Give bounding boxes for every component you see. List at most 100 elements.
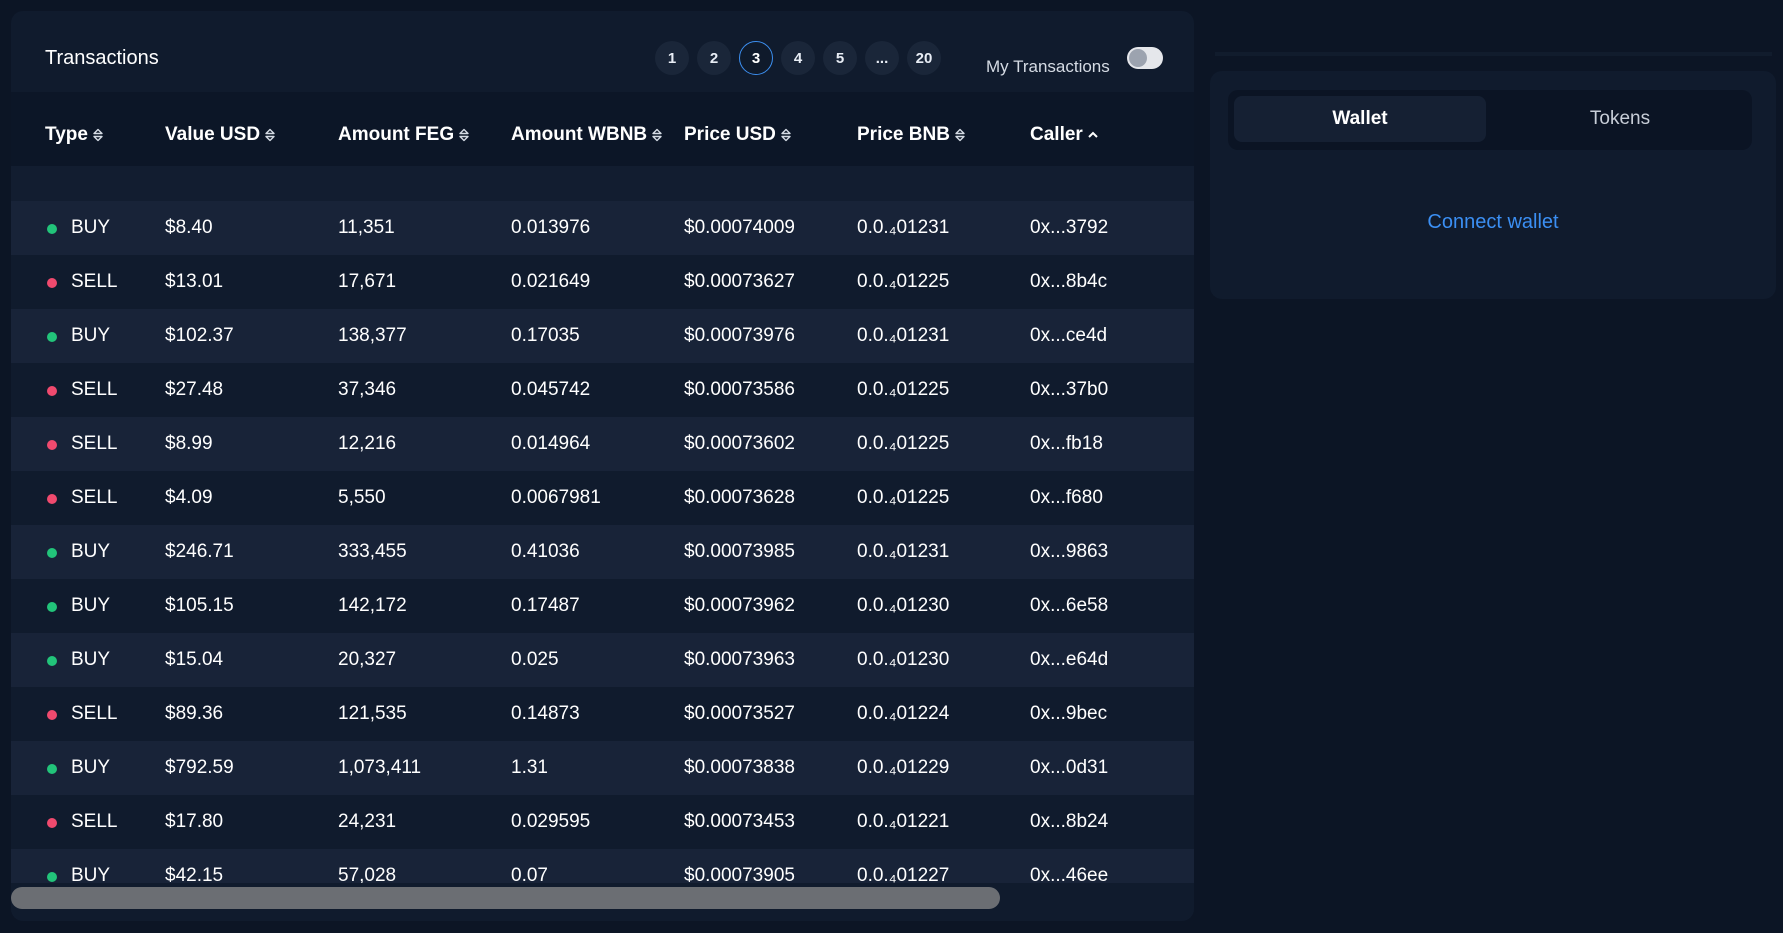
- caller-cell: 0x...8b24: [1030, 811, 1109, 832]
- value-usd-cell: $8.40: [165, 217, 213, 238]
- page-button-4[interactable]: 4: [781, 41, 815, 75]
- column-header-label: Price USD: [684, 124, 776, 145]
- column-header-value-usd[interactable]: Value USD: [165, 124, 276, 146]
- column-header-amount-feg[interactable]: Amount FEG: [338, 124, 470, 146]
- price-usd-cell: $0.00073963: [684, 649, 795, 670]
- transactions-title: Transactions: [45, 47, 159, 69]
- sort-both-icon: [780, 127, 792, 143]
- connect-wallet-link[interactable]: Connect wallet: [1210, 211, 1776, 234]
- value-usd-cell: $15.04: [165, 649, 224, 670]
- price-usd-cell: $0.00073602: [684, 433, 795, 454]
- column-header-label: Amount FEG: [338, 124, 455, 145]
- caller-cell: 0x...e64d: [1030, 649, 1109, 670]
- column-header-amount-wbnb[interactable]: Amount WBNB: [511, 124, 663, 146]
- type-cell: SELL: [71, 487, 118, 508]
- caller-cell: 0x...6e58: [1030, 595, 1109, 616]
- table-row[interactable]: SELL $4.09 5,550 0.0067981 $0.00073628 0.0.₄0…: [11, 471, 1194, 525]
- buy-indicator-dot: [47, 224, 57, 234]
- page-button-1[interactable]: 1: [655, 41, 689, 75]
- amount-feg-cell: 24,231: [338, 811, 397, 832]
- type-cell: SELL: [71, 379, 118, 400]
- amount-feg-cell: 20,327: [338, 649, 397, 670]
- toggle-knob: [1129, 49, 1147, 67]
- page-button-20[interactable]: 20: [907, 41, 941, 75]
- divider: [1215, 52, 1772, 56]
- table-row[interactable]: BUY $102.37 138,377 0.17035 $0.00073976 0.0.₄…: [11, 309, 1194, 363]
- value-usd-cell: $4.09: [165, 487, 213, 508]
- amount-wbnb-cell: 0.014964: [511, 433, 591, 454]
- table-row[interactable]: SELL $8.99 12,216 0.014964 $0.00073602 0.0.₄0…: [11, 417, 1194, 471]
- transactions-panel: Transactions 1 2 3 4 5... 20 My Transactions …: [11, 11, 1194, 921]
- table-row[interactable]: BUY $246.71 333,455 0.41036 $0.00073985 0.0.₄…: [11, 525, 1194, 579]
- sort-ascending-icon: [1087, 127, 1099, 143]
- price-bnb-cell: 0.0.₄01225: [857, 271, 950, 292]
- type-cell: SELL: [71, 433, 118, 454]
- page-button-5[interactable]: 5: [823, 41, 857, 75]
- table-row[interactable]: BUY $792.59 1,073,411 1.31 $0.00073838 0.0.₄0…: [11, 741, 1194, 795]
- sell-indicator-dot: [47, 710, 57, 720]
- amount-wbnb-cell: 0.045742: [511, 379, 591, 400]
- page-button-3[interactable]: 3: [739, 41, 773, 75]
- table-row[interactable]: SELL $89.36 121,535 0.14873 $0.00073527 0.0.₄…: [11, 687, 1194, 741]
- buy-indicator-dot: [47, 764, 57, 774]
- buy-indicator-dot: [47, 332, 57, 342]
- amount-feg-cell: 37,346: [338, 379, 397, 400]
- type-cell: BUY: [71, 325, 111, 346]
- type-cell: BUY: [71, 595, 111, 616]
- table-row[interactable]: BUY $15.04 20,327 0.025 $0.00073963 0.0.₄0123…: [11, 633, 1194, 687]
- caller-cell: 0x...9863: [1030, 541, 1109, 562]
- type-cell: BUY: [71, 649, 111, 670]
- my-transactions-toggle[interactable]: [1127, 47, 1163, 69]
- table-row[interactable]: BUY $105.15 142,172 0.17487 $0.00073962 0.0.₄…: [11, 579, 1194, 633]
- partially-hidden-row: [11, 166, 1194, 201]
- price-bnb-cell: 0.0.₄01231: [857, 325, 950, 346]
- table-row[interactable]: SELL $17.80 24,231 0.029595 $0.00073453 0.0.₄…: [11, 795, 1194, 849]
- column-header-caller[interactable]: Caller: [1030, 124, 1099, 146]
- caller-cell: 0x...0d31: [1030, 757, 1109, 778]
- price-usd-cell: $0.00073527: [684, 703, 795, 724]
- table-header: Type Value USD Amount FEG Amount WBNB Price …: [11, 92, 1194, 166]
- tab-tokens[interactable]: Tokens: [1494, 96, 1746, 142]
- amount-wbnb-cell: 0.021649: [511, 271, 591, 292]
- table-row[interactable]: SELL $27.48 37,346 0.045742 $0.00073586 0.0.₄…: [11, 363, 1194, 417]
- page-button-2[interactable]: 2: [697, 41, 731, 75]
- type-cell: SELL: [71, 271, 118, 292]
- tab-wallet[interactable]: Wallet: [1234, 96, 1486, 142]
- table-body: BUY $8.40 11,351 0.013976 $0.00074009 0.0.₄01…: [11, 201, 1194, 903]
- amount-wbnb-cell: 0.14873: [511, 703, 580, 724]
- horizontal-scrollbar-thumb[interactable]: [11, 887, 1000, 909]
- type-cell: BUY: [71, 757, 111, 778]
- caller-cell: 0x...f680: [1030, 487, 1103, 508]
- price-bnb-cell: 0.0.₄01230: [857, 595, 950, 616]
- price-bnb-cell: 0.0.₄01231: [857, 541, 950, 562]
- price-usd-cell: $0.00073976: [684, 325, 795, 346]
- price-usd-cell: $0.00073586: [684, 379, 795, 400]
- amount-wbnb-cell: 0.029595: [511, 811, 591, 832]
- price-bnb-cell: 0.0.₄01231: [857, 217, 950, 238]
- buy-indicator-dot: [47, 872, 57, 882]
- page-button-ellipsis[interactable]: ...: [865, 41, 899, 75]
- price-bnb-cell: 0.0.₄01225: [857, 433, 950, 454]
- transactions-header: Transactions 1 2 3 4 5... 20 My Transactions: [11, 11, 1194, 91]
- value-usd-cell: $8.99: [165, 433, 213, 454]
- caller-cell: 0x...37b0: [1030, 379, 1109, 400]
- sell-indicator-dot: [47, 386, 57, 396]
- amount-feg-cell: 17,671: [338, 271, 397, 292]
- price-usd-cell: $0.00073838: [684, 757, 795, 778]
- column-header-price-usd[interactable]: Price USD: [684, 124, 792, 146]
- sort-both-icon: [651, 127, 663, 143]
- caller-cell: 0x...ce4d: [1030, 325, 1108, 346]
- column-header-type[interactable]: Type: [45, 124, 104, 146]
- amount-wbnb-cell: 0.0067981: [511, 487, 601, 508]
- table-row[interactable]: SELL $13.01 17,671 0.021649 $0.00073627 0.0.₄…: [11, 255, 1194, 309]
- type-cell: SELL: [71, 811, 118, 832]
- sell-indicator-dot: [47, 440, 57, 450]
- my-transactions-label: My Transactions: [986, 57, 1110, 76]
- amount-feg-cell: 12,216: [338, 433, 397, 454]
- column-header-label: Price BNB: [857, 124, 950, 145]
- amount-wbnb-cell: 0.17487: [511, 595, 580, 616]
- caller-cell: 0x...9bec: [1030, 703, 1108, 724]
- column-header-price-bnb[interactable]: Price BNB: [857, 124, 966, 146]
- table-row[interactable]: BUY $8.40 11,351 0.013976 $0.00074009 0.0.₄01…: [11, 201, 1194, 255]
- buy-indicator-dot: [47, 656, 57, 666]
